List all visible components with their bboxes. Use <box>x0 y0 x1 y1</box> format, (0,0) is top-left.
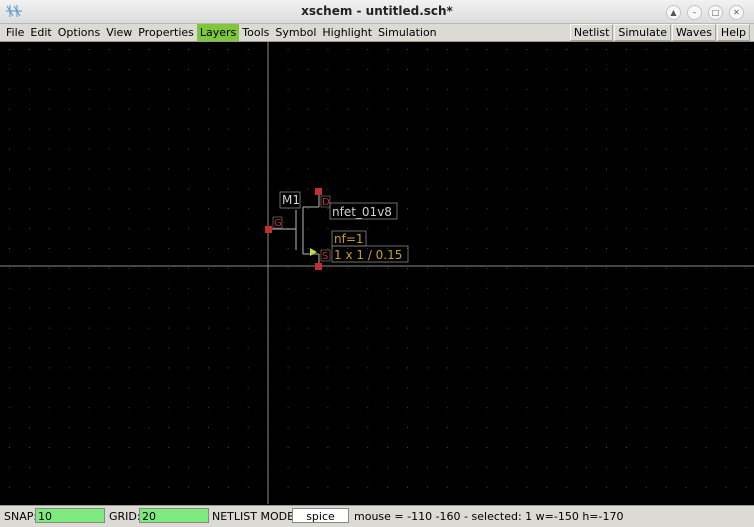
symbol-name: nfet_01v8 <box>332 205 392 219</box>
waves-button[interactable]: Waves <box>672 24 716 41</box>
title-bar: xschem - untitled.sch* ▲ – □ ✕ <box>0 0 754 24</box>
menu-bar: File Edit Options View Properties Layers… <box>0 24 754 42</box>
source-label: S <box>322 251 328 262</box>
menu-tools[interactable]: Tools <box>239 24 272 41</box>
nf-attribute: nf=1 <box>334 232 364 246</box>
status-bar: SNAP: 10 GRID: 20 NETLIST MODE: spice mo… <box>0 505 754 527</box>
menu-layers[interactable]: Layers <box>196 24 240 41</box>
drain-pin[interactable] <box>315 188 322 195</box>
menu-highlight[interactable]: Highlight <box>319 24 375 41</box>
window-title: xschem - untitled.sch* <box>301 4 453 18</box>
menu-options[interactable]: Options <box>55 24 103 41</box>
netlist-mode-value[interactable]: spice <box>292 508 349 523</box>
schematic-canvas[interactable]: D G S M1 nfet_01v8 nf=1 1 x 1 / 0.15 <box>0 42 754 504</box>
simulate-button[interactable]: Simulate <box>614 24 671 41</box>
minimize-icon[interactable]: – <box>687 5 702 20</box>
size-attribute: 1 x 1 / 0.15 <box>334 248 402 262</box>
menu-symbol[interactable]: Symbol <box>272 24 319 41</box>
snap-label: SNAP: <box>4 510 38 523</box>
instance-name: M1 <box>282 193 300 207</box>
menu-file[interactable]: File <box>3 24 27 41</box>
menu-edit[interactable]: Edit <box>27 24 54 41</box>
source-pin[interactable] <box>315 263 322 270</box>
help-button[interactable]: Help <box>716 24 750 41</box>
maximize-icon[interactable]: □ <box>708 5 723 20</box>
mouse-info: mouse = -110 -160 - selected: 1 w=-150 h… <box>354 510 624 523</box>
drain-label: D <box>322 197 330 208</box>
up-arrow-icon[interactable]: ▲ <box>666 5 681 20</box>
grid-input[interactable]: 20 <box>139 508 209 523</box>
netlist-mode-label: NETLIST MODE: <box>212 510 298 523</box>
snap-input[interactable]: 10 <box>35 508 105 523</box>
menu-simulation[interactable]: Simulation <box>375 24 440 41</box>
grid-label: GRID: <box>109 510 141 523</box>
gate-pin[interactable] <box>265 226 272 233</box>
gate-label: G <box>274 218 282 229</box>
netlist-button[interactable]: Netlist <box>569 24 614 41</box>
menu-view[interactable]: View <box>103 24 135 41</box>
grid-dots <box>0 42 754 504</box>
close-icon[interactable]: ✕ <box>729 5 744 20</box>
menu-properties[interactable]: Properties <box>135 24 197 41</box>
